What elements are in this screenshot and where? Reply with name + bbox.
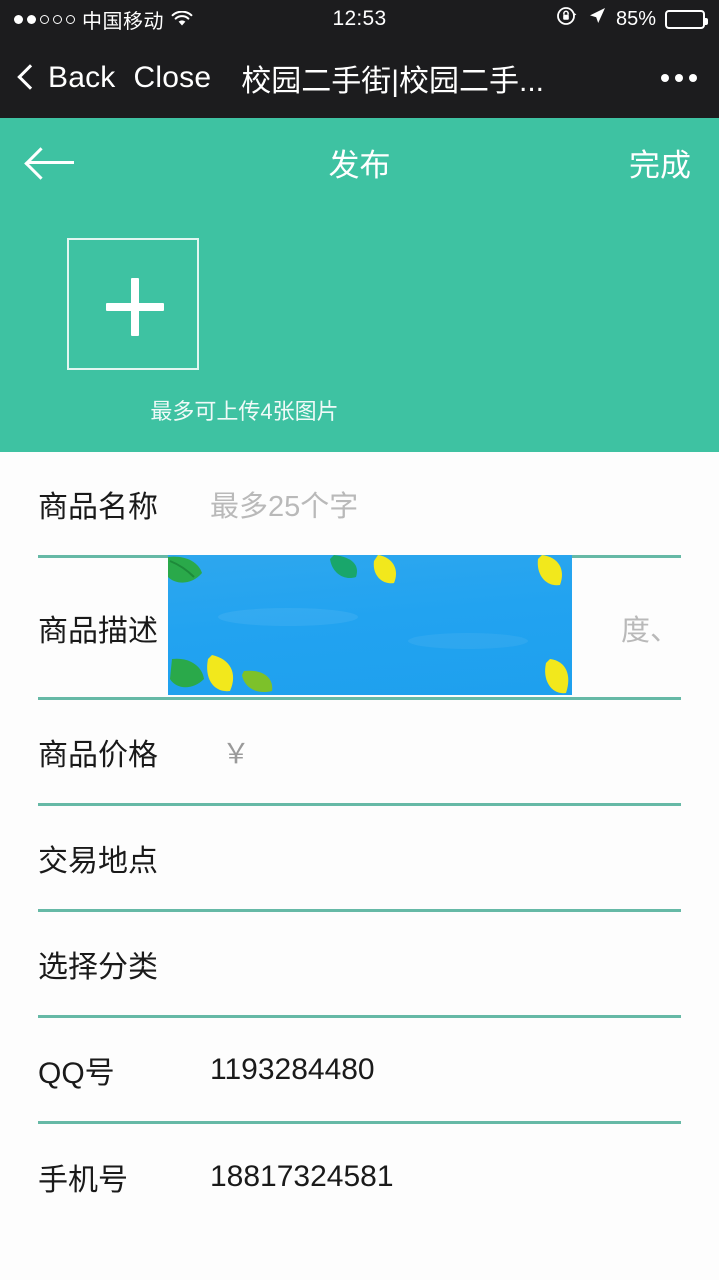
app-bar-title: 发布 — [328, 147, 391, 183]
location-arrow-icon — [587, 6, 607, 32]
input-product-price[interactable]: ￥ — [210, 732, 250, 772]
form-row-product-price[interactable]: 商品价格 ￥ — [38, 700, 681, 806]
input-product-name[interactable]: 最多25个字 — [210, 483, 358, 525]
close-button[interactable]: Close — [134, 61, 212, 95]
label-category: 选择分类 — [38, 950, 158, 984]
page-title: 校园二手街|校园二手... — [241, 65, 545, 98]
status-bar: 中国移动 12:53 85% — [0, 0, 719, 38]
rotation-lock-icon — [556, 5, 578, 33]
uploader-hint: 最多可上传4张图片 — [150, 399, 339, 424]
form-row-product-name[interactable]: 商品名称 最多25个字 — [38, 452, 681, 558]
battery-percent-label: 85% — [615, 7, 656, 30]
app-bar: 发布 完成 — [0, 118, 719, 206]
back-button[interactable]: Back — [48, 61, 116, 95]
status-bar-right: 85% — [556, 5, 708, 33]
label-product-price: 商品价格 — [38, 738, 158, 772]
label-qq: QQ号 — [38, 1056, 115, 1090]
label-product-name: 商品名称 — [38, 490, 158, 524]
more-dots-icon[interactable] — [657, 66, 701, 90]
form-row-trade-location[interactable]: 交易地点 — [38, 806, 681, 912]
webview-nav-left: Back Close — [18, 61, 211, 95]
webview-title-bar: Back Close 校园二手街|校园二手... — [0, 38, 719, 118]
chevron-left-icon[interactable] — [18, 64, 34, 92]
form-row-phone[interactable]: 手机号 18817324581 — [38, 1124, 681, 1230]
add-image-button[interactable] — [67, 238, 199, 370]
battery-icon — [665, 9, 708, 29]
leaf-decoration-icon — [168, 555, 569, 694]
app-root: 中国移动 12:53 85% Back Close 校园二手街|校园二手... … — [0, 0, 719, 1280]
form-row-category[interactable]: 选择分类 — [38, 912, 681, 1018]
submit-button[interactable]: 完成 — [629, 140, 691, 185]
arrow-left-icon[interactable] — [28, 145, 80, 179]
image-uploader: 最多可上传4张图片 — [0, 206, 719, 452]
form-row-qq[interactable]: QQ号 1193284480 — [38, 1018, 681, 1124]
blue-leaf-banner[interactable] — [168, 555, 572, 695]
input-phone[interactable]: 18817324581 — [210, 1160, 394, 1194]
label-trade-location: 交易地点 — [38, 844, 158, 878]
input-qq[interactable]: 1193284480 — [210, 1053, 375, 1087]
label-phone: 手机号 — [38, 1164, 128, 1197]
